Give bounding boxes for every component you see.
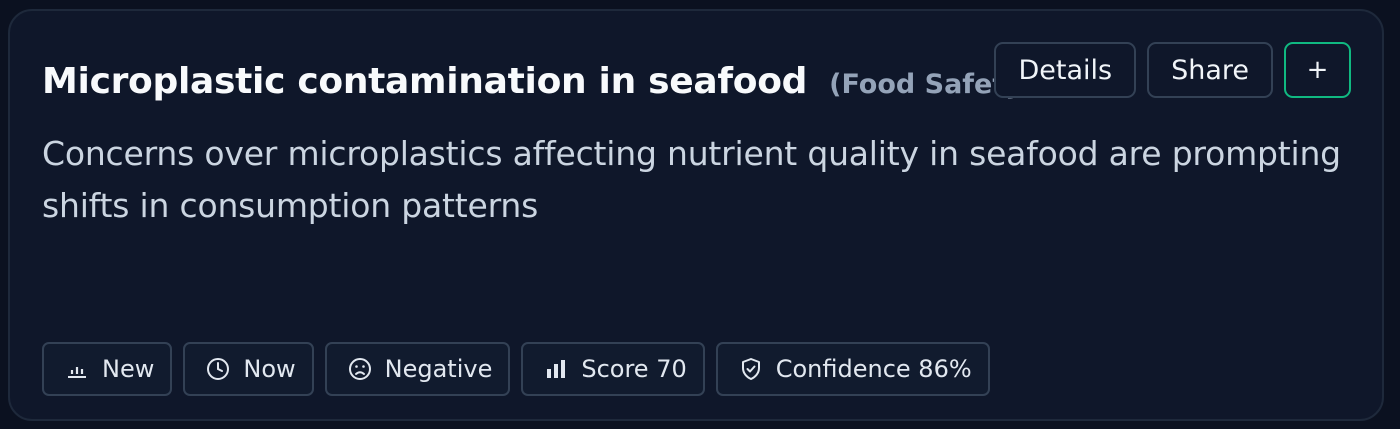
tag-confidence: Confidence 86% — [715, 342, 990, 396]
add-button[interactable]: + — [1284, 42, 1351, 98]
card-actions: Details Share + — [994, 42, 1351, 98]
tag-new: New — [42, 342, 173, 396]
tag-label: Now — [243, 355, 296, 383]
tag-sentiment: Negative — [324, 342, 511, 396]
card-title: Microplastic contamination in seafood — [42, 61, 808, 102]
tag-list: New Now Negative Score 70 Confidence 86% — [42, 342, 990, 396]
card-header: Microplastic contamination in seafood (F… — [42, 61, 1035, 102]
bar-chart-icon — [543, 356, 569, 382]
details-button[interactable]: Details — [994, 42, 1137, 98]
tag-score: Score 70 — [521, 342, 705, 396]
clock-icon — [205, 356, 231, 382]
tag-label: Confidence 86% — [775, 355, 972, 383]
card-description: Concerns over microplastics affecting nu… — [42, 134, 1341, 225]
tag-label: New — [102, 355, 155, 383]
tag-now: Now — [183, 342, 314, 396]
tag-label: Negative — [384, 355, 493, 383]
frown-face-icon — [347, 356, 373, 382]
tag-label: Score 70 — [581, 355, 687, 383]
bar-chart-low-icon — [64, 356, 90, 382]
trend-card: Microplastic contamination in seafood (F… — [8, 9, 1384, 421]
shield-check-icon — [738, 356, 764, 382]
share-button[interactable]: Share — [1147, 42, 1273, 98]
